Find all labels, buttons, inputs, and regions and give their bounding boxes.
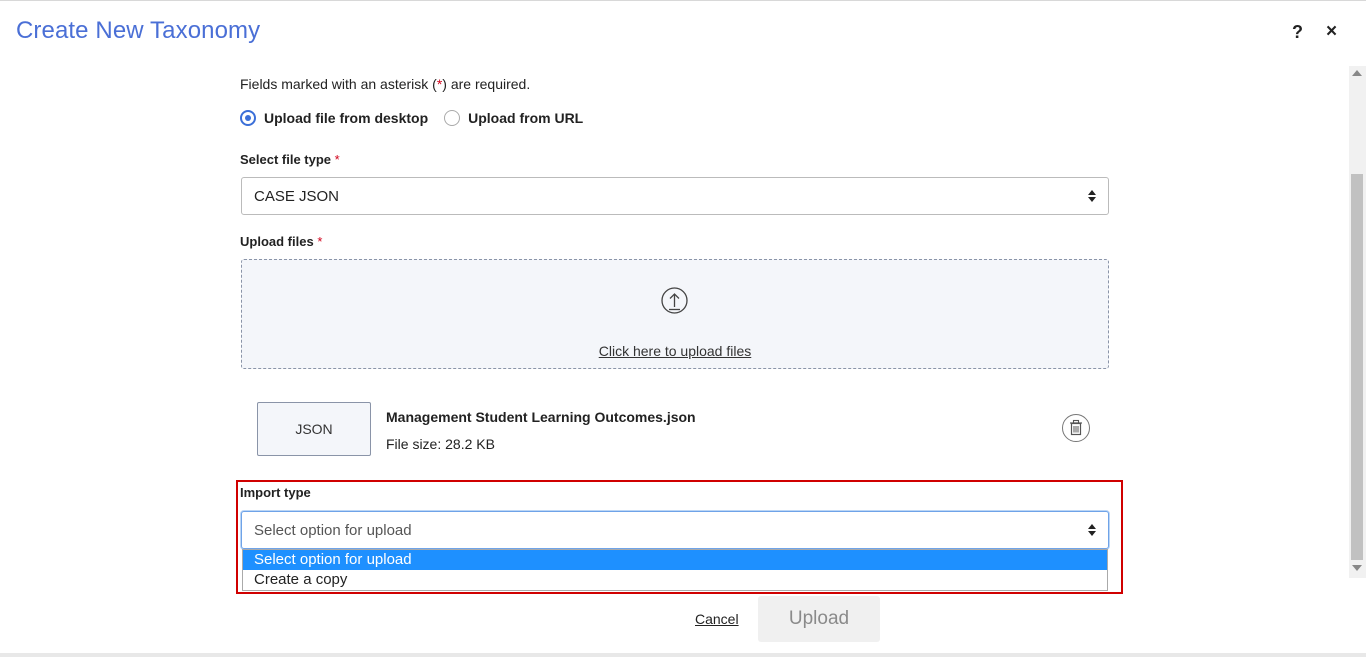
cancel-button[interactable]: Cancel [695, 611, 739, 627]
file-type-label: Select file type * [240, 152, 340, 167]
close-icon[interactable]: × [1326, 21, 1337, 43]
import-type-value: Select option for upload [254, 522, 412, 539]
help-icon[interactable]: ? [1292, 22, 1303, 43]
hint-suffix: ) are required. [442, 76, 531, 92]
upload-files-link[interactable]: Click here to upload files [242, 343, 1108, 359]
import-type-dropdown: Select option for upload Create a copy [242, 549, 1108, 591]
dialog-title: Create New Taxonomy [16, 17, 261, 44]
bottom-divider [0, 653, 1366, 657]
radio-upload-desktop-label[interactable]: Upload file from desktop [264, 110, 428, 126]
delete-file-button[interactable] [1062, 414, 1090, 442]
scrollbar-thumb[interactable] [1351, 174, 1363, 560]
file-type-label-text: Select file type [240, 152, 332, 167]
required-mark: * [334, 152, 340, 167]
dropdown-option-create-copy[interactable]: Create a copy [243, 570, 1107, 590]
upload-source-group: Upload file from desktop Upload from URL [240, 110, 599, 126]
import-type-label: Import type [240, 485, 311, 500]
required-mark: * [317, 234, 323, 249]
radio-upload-desktop[interactable] [240, 110, 256, 126]
file-type-select[interactable]: CASE JSON [241, 177, 1109, 215]
upload-icon [661, 287, 688, 314]
select-arrows-icon [1088, 189, 1096, 203]
trash-icon [1070, 419, 1082, 436]
uploaded-file-name: Management Student Learning Outcomes.jso… [386, 409, 696, 425]
upload-files-label-text: Upload files [240, 234, 314, 249]
dropdown-option-select[interactable]: Select option for upload [243, 550, 1107, 570]
scroll-down-arrow-icon[interactable] [1352, 565, 1362, 571]
file-type-value: CASE JSON [254, 188, 340, 205]
file-type-badge: JSON [257, 402, 371, 456]
radio-upload-url[interactable] [444, 110, 461, 126]
import-type-select[interactable]: Select option for upload [241, 511, 1109, 549]
radio-upload-url-label[interactable]: Upload from URL [468, 110, 583, 126]
upload-dropzone[interactable]: Click here to upload files [241, 259, 1109, 369]
scroll-up-arrow-icon[interactable] [1352, 70, 1362, 76]
upload-button[interactable]: Upload [758, 596, 880, 642]
select-arrows-icon [1088, 523, 1096, 537]
uploaded-file-size: File size: 28.2 KB [386, 436, 495, 452]
upload-files-label: Upload files * [240, 234, 322, 249]
top-divider [0, 0, 1366, 1]
hint-prefix: Fields marked with an asterisk ( [240, 76, 437, 92]
required-fields-hint: Fields marked with an asterisk (*) are r… [240, 76, 530, 92]
